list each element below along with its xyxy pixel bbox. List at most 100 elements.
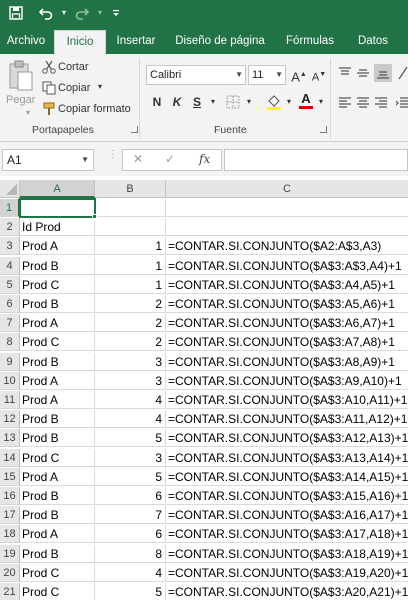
cell-b[interactable]: 2 xyxy=(95,295,166,313)
cell-a[interactable]: Prod C xyxy=(20,448,95,467)
cell-b[interactable]: 3 xyxy=(95,371,166,390)
row-header[interactable]: 20 xyxy=(0,563,20,582)
cell-a[interactable]: Prod C xyxy=(20,583,95,600)
cell-c[interactable]: =CONTAR.SI.CONJUNTO($A$3:A8,A9)+1 xyxy=(166,353,408,371)
tab-archivo[interactable]: Archivo xyxy=(0,30,52,54)
cell-a[interactable]: Prod A xyxy=(20,314,95,333)
customize-qat-icon[interactable] xyxy=(106,3,126,23)
indent-icon[interactable] xyxy=(395,96,408,113)
cell-b[interactable]: 2 xyxy=(95,333,166,352)
cell-c[interactable]: =CONTAR.SI.CONJUNTO($A$3:A7,A8)+1 xyxy=(166,333,408,352)
format-painter-icon[interactable] xyxy=(42,102,56,119)
row-header[interactable]: 14 xyxy=(0,448,20,467)
cell-a[interactable]: Prod C xyxy=(20,563,95,582)
copy-dropdown-icon[interactable]: ▾ xyxy=(98,82,102,91)
cell-a[interactable]: Prod B xyxy=(20,352,95,371)
row-header[interactable]: 21 xyxy=(0,583,20,600)
cell-c[interactable]: =CONTAR.SI.CONJUNTO($A$3:A11,A12)+1 xyxy=(166,410,408,429)
cell-b[interactable] xyxy=(95,199,166,217)
row-header[interactable]: 1 xyxy=(0,199,20,217)
row-header[interactable]: 19 xyxy=(0,544,20,563)
cell-b[interactable]: 3 xyxy=(95,448,166,467)
cell-c[interactable]: =CONTAR.SI.CONJUNTO($A$3:A13,A14)+1 xyxy=(166,449,408,467)
cell-b[interactable]: 5 xyxy=(95,467,166,486)
align-left-icon[interactable] xyxy=(338,96,352,113)
cell-a[interactable]: Prod B xyxy=(20,429,95,448)
cell-c[interactable]: =CONTAR.SI.CONJUNTO($A$3:A14,A15)+1 xyxy=(166,468,408,486)
paste-label[interactable]: Pegar xyxy=(6,94,35,106)
row-header[interactable]: 9 xyxy=(0,352,20,371)
cell-a[interactable]: Prod A xyxy=(20,467,95,486)
paste-icon[interactable] xyxy=(8,60,34,95)
cell-a[interactable]: Prod B xyxy=(20,506,95,525)
row-header[interactable]: 18 xyxy=(0,525,20,544)
cut-button[interactable]: Cortar xyxy=(58,61,89,73)
row-header[interactable]: 5 xyxy=(0,275,20,294)
borders-dropdown-icon[interactable]: ▾ xyxy=(240,92,258,112)
format-painter-button[interactable]: Copiar formato xyxy=(58,103,131,115)
row-header[interactable]: 13 xyxy=(0,429,20,448)
copy-icon[interactable] xyxy=(42,81,56,98)
font-color-dropdown-icon[interactable]: ▾ xyxy=(312,92,330,112)
enter-icon[interactable]: ✓ xyxy=(165,152,175,166)
row-header[interactable]: 6 xyxy=(0,295,20,313)
fill-color-dropdown-icon[interactable]: ▾ xyxy=(280,92,298,112)
cell-b[interactable]: 2 xyxy=(95,314,166,333)
cell-b[interactable]: 6 xyxy=(95,525,166,544)
align-right-icon[interactable] xyxy=(374,96,388,113)
cell-b[interactable]: 5 xyxy=(95,583,166,600)
row-header[interactable]: 4 xyxy=(0,256,20,275)
scissors-icon[interactable] xyxy=(42,60,56,77)
italic-button[interactable]: K xyxy=(168,92,186,112)
cell-c[interactable] xyxy=(166,199,408,217)
undo-dropdown-icon[interactable]: ▾ xyxy=(54,3,74,23)
formula-bar-grip-icon[interactable]: ⋮ xyxy=(108,150,118,168)
column-header-a[interactable]: A xyxy=(20,180,95,198)
cell-b[interactable]: 6 xyxy=(95,487,166,505)
tab-formulas[interactable]: Fórmulas xyxy=(278,30,342,54)
undo-icon[interactable] xyxy=(36,3,56,23)
column-header-b[interactable]: B xyxy=(95,180,166,198)
cell-a[interactable]: Id Prod xyxy=(20,218,95,237)
cell-a[interactable]: Prod A xyxy=(20,391,95,409)
tab-diseno-pagina[interactable]: Diseño de página xyxy=(168,30,272,54)
cell-b[interactable]: 4 xyxy=(95,410,166,429)
cell-a[interactable]: Prod B xyxy=(20,256,95,275)
grow-font-button[interactable]: A▲ xyxy=(290,65,308,85)
cell-a[interactable]: Prod B xyxy=(20,544,95,563)
cell-a[interactable]: Prod C xyxy=(20,333,95,352)
cell-c[interactable]: =CONTAR.SI.CONJUNTO($A$3:A10,A11)+1 xyxy=(166,391,408,409)
align-center-icon[interactable] xyxy=(356,96,370,113)
cell-b[interactable]: 4 xyxy=(95,391,166,409)
cell-a[interactable]: Prod B xyxy=(20,295,95,313)
align-middle-icon[interactable] xyxy=(356,66,370,83)
font-name-combo[interactable]: Calibri ▼ xyxy=(146,65,246,85)
row-header[interactable]: 3 xyxy=(0,237,20,256)
cell-c[interactable]: =CONTAR.SI.CONJUNTO($A$3:A12,A13)+1 xyxy=(166,429,408,448)
cell-c[interactable] xyxy=(166,218,408,237)
tab-datos[interactable]: Datos xyxy=(350,30,396,54)
cell-c[interactable]: =CONTAR.SI.CONJUNTO($A$3:A5,A6)+1 xyxy=(166,295,408,313)
cell-a[interactable]: Prod B xyxy=(20,487,95,505)
underline-dropdown-icon[interactable]: ▾ xyxy=(204,92,222,112)
cell-b[interactable]: 1 xyxy=(95,256,166,275)
cell-b[interactable]: 5 xyxy=(95,429,166,448)
align-top-icon[interactable] xyxy=(338,66,352,83)
cancel-icon[interactable]: ✕ xyxy=(133,152,143,166)
cell-a[interactable]: Prod A xyxy=(20,371,95,390)
redo-icon[interactable] xyxy=(72,3,92,23)
cell-a[interactable]: Prod A xyxy=(20,237,95,256)
font-launcher-icon[interactable] xyxy=(320,126,327,133)
cell-c[interactable]: =CONTAR.SI.CONJUNTO($A$3:A17,A18)+1 xyxy=(166,525,408,544)
clipboard-launcher-icon[interactable] xyxy=(131,126,138,133)
row-header[interactable]: 7 xyxy=(0,314,20,333)
fill-handle[interactable] xyxy=(92,214,97,219)
row-header[interactable]: 10 xyxy=(0,371,20,390)
cell-c[interactable]: =CONTAR.SI.CONJUNTO($A$3:A6,A7)+1 xyxy=(166,314,408,333)
cell-b[interactable]: 1 xyxy=(95,237,166,256)
name-box[interactable]: A1 ▼ xyxy=(2,149,94,171)
row-header[interactable]: 11 xyxy=(0,391,20,409)
save-icon[interactable] xyxy=(6,3,26,23)
cell-c[interactable]: =CONTAR.SI.CONJUNTO($A$3:A15,A16)+1 xyxy=(166,487,408,505)
chevron-down-icon[interactable]: ▼ xyxy=(81,150,89,170)
